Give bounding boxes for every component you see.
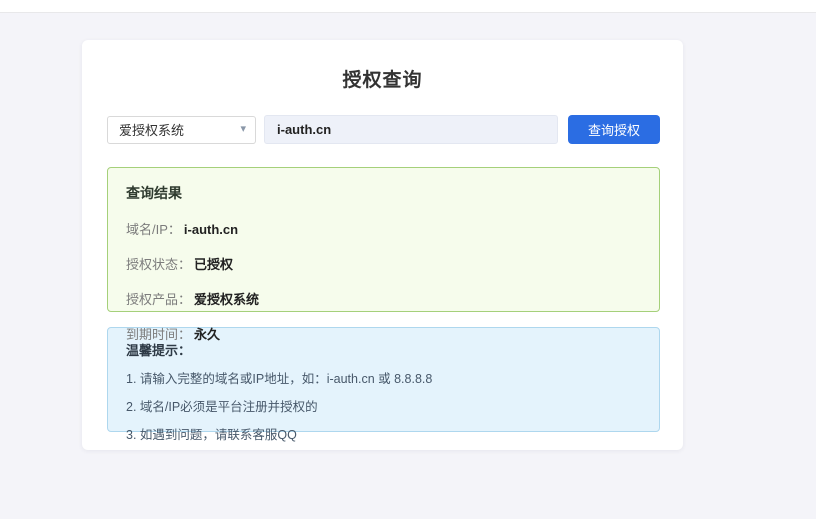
result-value: i-auth.cn [184, 222, 238, 237]
query-auth-button[interactable]: 查询授权 [568, 115, 660, 144]
result-label: 授权状态： [126, 257, 191, 272]
result-heading: 查询结果 [126, 183, 641, 203]
chevron-down-icon: ▾ [240, 124, 246, 135]
tips-panel: 温馨提示： 1. 请输入完整的域名或IP地址，如：i-auth.cn 或 8.8… [107, 327, 660, 432]
result-row-status: 授权状态：已授权 [126, 254, 641, 273]
result-label: 授权产品： [126, 292, 191, 307]
top-bar [0, 0, 816, 13]
page-title: 授权查询 [82, 65, 683, 92]
result-row-product: 授权产品：爱授权系统 [126, 289, 641, 308]
query-bar: 爱授权系统 ▾ 查询授权 [107, 115, 660, 144]
result-label: 域名/IP： [126, 222, 181, 237]
result-row-domain: 域名/IP：i-auth.cn [126, 219, 641, 238]
domain-input[interactable] [264, 115, 558, 144]
query-result-panel: 查询结果 域名/IP：i-auth.cn 授权状态：已授权 授权产品：爱授权系统… [107, 167, 660, 312]
product-select-value: 爱授权系统 [119, 120, 184, 139]
result-value: 已授权 [194, 257, 233, 272]
result-value: 永久 [194, 327, 220, 342]
auth-query-card: 授权查询 爱授权系统 ▾ 查询授权 查询结果 域名/IP：i-auth.cn 授… [82, 40, 683, 450]
product-select[interactable]: 爱授权系统 ▾ [107, 116, 256, 144]
tip-item: 1. 请输入完整的域名或IP地址，如：i-auth.cn 或 8.8.8.8 [126, 368, 641, 387]
tip-item: 2. 域名/IP必须是平台注册并授权的 [126, 396, 641, 415]
tip-item: 3. 如遇到问题，请联系客服QQ [126, 424, 641, 443]
result-value: 爱授权系统 [194, 292, 259, 307]
